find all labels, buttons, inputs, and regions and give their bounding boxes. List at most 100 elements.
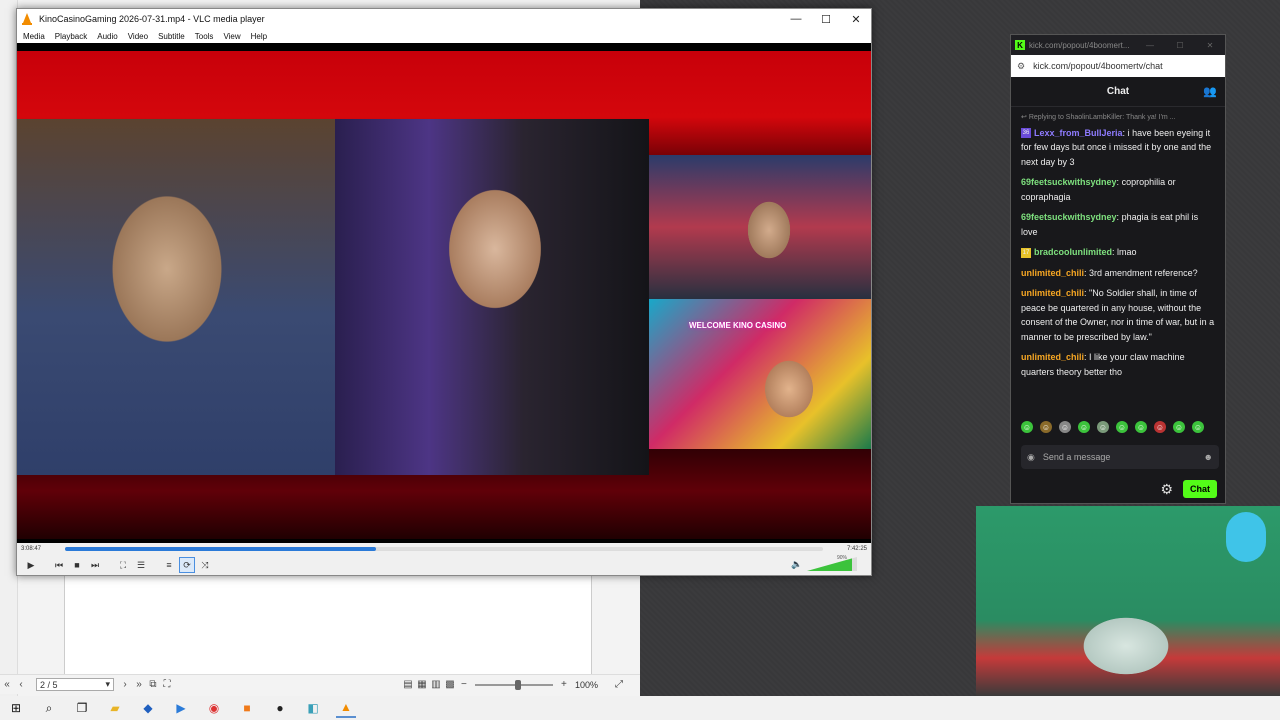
task-view-icon[interactable]: ❐	[72, 698, 92, 718]
vlc-window-title: KinoCasinoGaming 2026-07-31.mp4 - VLC me…	[39, 14, 265, 24]
stop-icon[interactable]: ■	[69, 557, 85, 573]
url-text: kick.com/popout/4boomertv/chat	[1033, 61, 1163, 71]
maximize-button[interactable]: ☐	[1165, 41, 1195, 50]
menu-playback[interactable]: Playback	[55, 32, 87, 41]
speaker-icon[interactable]: 🔈	[791, 559, 802, 570]
subscriber-badge-icon: 36	[1021, 128, 1031, 139]
total-time: 7:42:25	[846, 546, 867, 552]
menu-view[interactable]: View	[223, 32, 240, 41]
prev-page-icon[interactable]: ‹	[14, 678, 28, 692]
windows-start-icon[interactable]: ⊞	[6, 698, 26, 718]
chat-message: 69feetsuckwithsydney: phagia is eat phil…	[1021, 210, 1217, 239]
chat-message-text: lmao	[1117, 247, 1137, 257]
chrome-icon[interactable]: ◉	[204, 698, 224, 718]
chat-username[interactable]: 69feetsuckwithsydney	[1021, 177, 1117, 187]
chevron-down-icon: ▾	[105, 679, 110, 689]
next-page-icon[interactable]: ›	[118, 678, 132, 692]
first-page-icon[interactable]: «	[0, 678, 14, 692]
zoom-slider-thumb[interactable]	[514, 679, 521, 690]
emote-icon[interactable]: ☺	[1135, 421, 1147, 433]
emote-icon[interactable]: ☺	[1116, 421, 1128, 433]
page-number-field[interactable]: 2 / 5 ▾	[36, 678, 114, 691]
chat-window-title: kick.com/popout/4boomert...	[1029, 40, 1130, 50]
app-icon-orange[interactable]: ■	[237, 698, 257, 718]
vlc-window[interactable]: KinoCasinoGaming 2026-07-31.mp4 - VLC me…	[16, 8, 872, 576]
menu-subtitle[interactable]: Subtitle	[158, 32, 185, 41]
next-icon[interactable]: ⏭	[87, 557, 103, 573]
grid-view-icon[interactable]: ▩	[443, 678, 457, 692]
continuous-view-icon[interactable]: ▦	[415, 678, 429, 692]
seek-bar[interactable]	[65, 547, 823, 551]
app-icon-teal[interactable]: ◧	[303, 698, 323, 718]
fit-icon[interactable]: ⛶	[160, 678, 174, 692]
obs-icon[interactable]: ●	[270, 698, 290, 718]
chat-username[interactable]: unlimited_chili	[1021, 288, 1084, 298]
two-page-view-icon[interactable]: ▥	[429, 678, 443, 692]
menu-help[interactable]: Help	[251, 32, 267, 41]
play-icon[interactable]: ▶	[23, 557, 39, 573]
volume-control[interactable]: 🔈 90%	[791, 555, 857, 571]
chat-window-titlebar[interactable]: K kick.com/popout/4boomert... — ☐ ✕	[1011, 35, 1225, 55]
volume-slider[interactable]	[807, 557, 857, 571]
emote-icon[interactable]: ☺	[1040, 421, 1052, 433]
document-page	[64, 575, 592, 675]
chat-input-mode-icon[interactable]: ◉	[1027, 452, 1035, 463]
webcam-feed-guest-1	[649, 155, 871, 299]
chat-messages: ↩ Replying to ShaolinLambKiller: Thank y…	[1011, 107, 1225, 379]
address-bar[interactable]: ⚙ kick.com/popout/4boomertv/chat	[1011, 55, 1225, 77]
shuffle-icon[interactable]: ⤨	[197, 557, 213, 573]
fullscreen-icon[interactable]: ⛶	[115, 557, 131, 573]
menu-audio[interactable]: Audio	[97, 32, 117, 41]
minimize-button[interactable]: —	[1135, 41, 1165, 50]
menu-tools[interactable]: Tools	[195, 32, 214, 41]
previous-icon[interactable]: ⏮	[51, 557, 67, 573]
emote-icon[interactable]: ☺	[1097, 421, 1109, 433]
page-indicator: 2 / 5	[40, 679, 58, 690]
close-button[interactable]: ✕	[1195, 41, 1225, 50]
chat-username[interactable]: Lexx_from_BullJeria	[1034, 128, 1123, 138]
chat-username[interactable]: unlimited_chili	[1021, 268, 1084, 278]
menu-media[interactable]: Media	[23, 32, 45, 41]
app-icon-blue-2[interactable]: ▶	[171, 698, 191, 718]
loop-icon[interactable]: ⟳	[179, 557, 195, 573]
file-explorer-icon[interactable]: ▰	[105, 698, 125, 718]
webcam-preview	[976, 506, 1280, 696]
emote-icon[interactable]: ☺	[1059, 421, 1071, 433]
site-settings-icon[interactable]: ⚙	[1017, 61, 1025, 72]
user-list-icon[interactable]: 👥	[1203, 85, 1217, 98]
kick-chat-popout[interactable]: K kick.com/popout/4boomert... — ☐ ✕ ⚙ ki…	[1010, 34, 1226, 504]
single-page-view-icon[interactable]: ▤	[401, 678, 415, 692]
chat-input[interactable]: ◉ Send a message ☻	[1021, 445, 1219, 469]
playlist-icon[interactable]: ≡	[161, 557, 177, 573]
gear-icon[interactable]: ⚙	[1160, 481, 1173, 498]
menu-video[interactable]: Video	[128, 32, 148, 41]
subscriber-badge-icon: 17	[1021, 247, 1031, 258]
search-icon[interactable]: ⌕	[39, 698, 59, 718]
video-area[interactable]: WELCOME KINO CASINO	[17, 43, 871, 543]
emoji-icon[interactable]: ☻	[1204, 452, 1213, 462]
last-page-icon[interactable]: »	[132, 678, 146, 692]
send-chat-button[interactable]: Chat	[1183, 480, 1217, 498]
emote-icon[interactable]: ☺	[1078, 421, 1090, 433]
chat-username[interactable]: 69feetsuckwithsydney	[1021, 212, 1117, 222]
webcam-feed-host-2	[335, 119, 649, 475]
chat-message: 36 Lexx_from_BullJeria: i have been eyein…	[1021, 126, 1217, 170]
emote-icon[interactable]: ☺	[1154, 421, 1166, 433]
vlc-taskbar-icon[interactable]: ▲	[336, 698, 356, 718]
emote-icon[interactable]: ☺	[1173, 421, 1185, 433]
close-button[interactable]: ✕	[841, 9, 871, 29]
vlc-titlebar[interactable]: KinoCasinoGaming 2026-07-31.mp4 - VLC me…	[17, 9, 871, 29]
extended-settings-icon[interactable]: ☰	[133, 557, 149, 573]
zoom-in-icon[interactable]: +	[557, 678, 571, 692]
emote-icon[interactable]: ☺	[1021, 421, 1033, 433]
zoom-out-icon[interactable]: −	[457, 678, 471, 692]
copy-icon[interactable]: ⧉	[146, 678, 160, 692]
chat-username[interactable]: bradcoolunlimited	[1034, 247, 1112, 257]
maximize-button[interactable]: ☐	[811, 9, 841, 29]
chat-username[interactable]: unlimited_chili	[1021, 352, 1084, 362]
minimize-button[interactable]: —	[781, 9, 811, 29]
fullscreen-icon[interactable]: ⤢	[612, 678, 626, 692]
emote-icon[interactable]: ☺	[1192, 421, 1204, 433]
zoom-slider[interactable]	[474, 679, 553, 690]
app-icon-blue[interactable]: ◆	[138, 698, 158, 718]
